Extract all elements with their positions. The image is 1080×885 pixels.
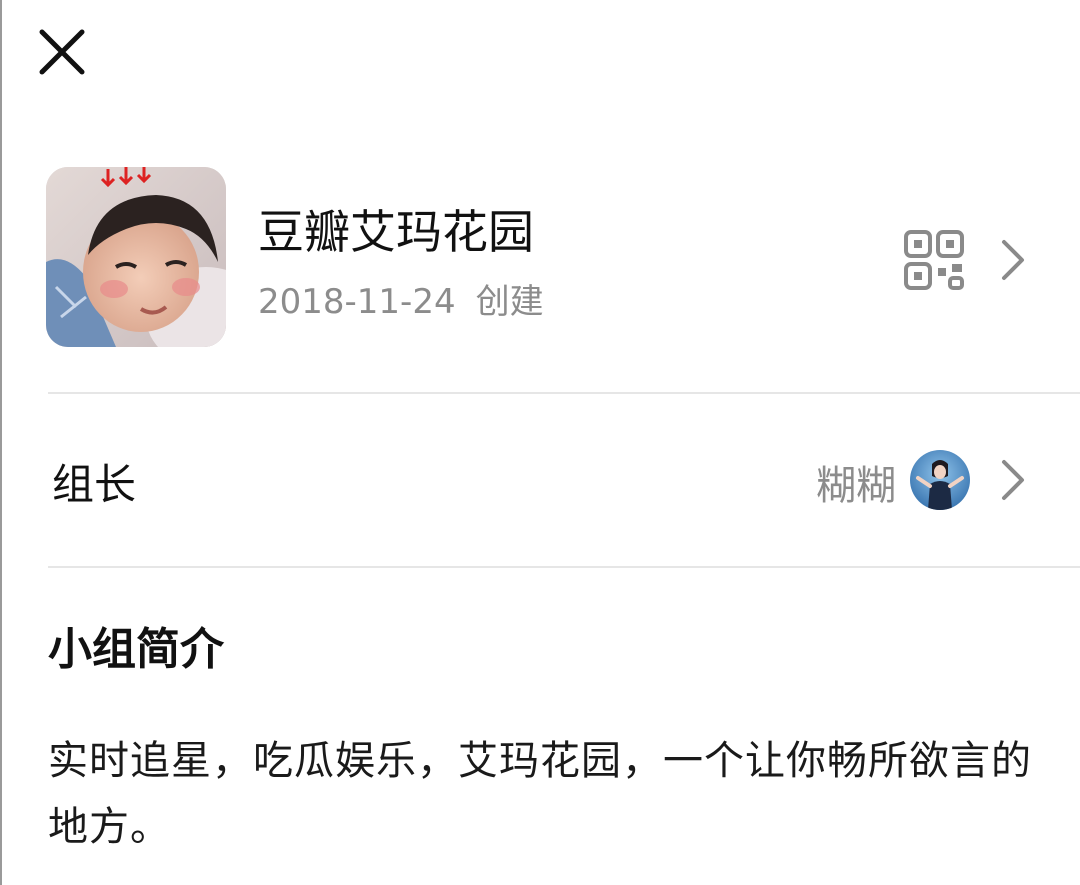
created-suffix: 创建	[475, 282, 544, 322]
group-name: 豆瓣艾玛花园	[258, 205, 534, 259]
chevron-right-icon	[1002, 460, 1024, 500]
owner-label: 组长	[52, 460, 137, 509]
group-header-row[interactable]: 豆瓣艾玛花园 2018-11-24 创建	[0, 160, 1080, 360]
group-avatar-photo	[46, 167, 226, 347]
owner-avatar-photo	[910, 450, 970, 510]
qr-code-icon	[904, 230, 964, 290]
close-button[interactable]	[30, 20, 94, 84]
divider	[48, 392, 1080, 394]
owner-chevron[interactable]	[1000, 456, 1028, 504]
chevron-right-icon	[1002, 240, 1024, 280]
group-avatar[interactable]	[46, 167, 226, 347]
created-info: 2018-11-24 创建	[258, 278, 544, 326]
owner-avatar[interactable]	[910, 450, 970, 510]
qr-code-button[interactable]	[902, 228, 966, 292]
intro-text: 实时追星，吃瓜娱乐，艾玛花园，一个让你畅所欲言的地方。	[48, 738, 1032, 850]
group-owner-row[interactable]: 组长 糊糊	[0, 395, 1080, 565]
divider	[48, 566, 1080, 568]
group-detail-chevron[interactable]	[1000, 236, 1028, 284]
close-icon	[39, 29, 85, 75]
created-date: 2018-11-24	[258, 282, 456, 322]
owner-name: 糊糊	[816, 463, 896, 509]
intro-heading: 小组简介	[48, 624, 224, 675]
